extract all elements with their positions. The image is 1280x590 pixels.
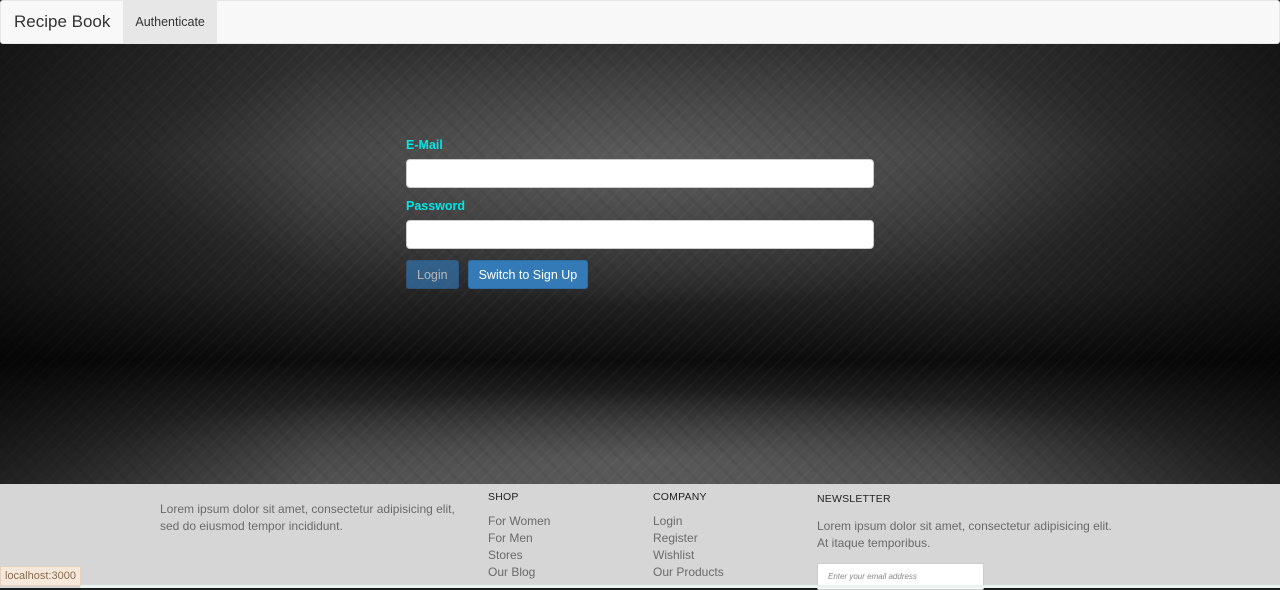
footer-link-login[interactable]: Login [653,513,724,530]
footer: Lorem ipsum dolor sit amet, consectetur … [0,484,1280,590]
footer-about-text: Lorem ipsum dolor sit amet, consectetur … [160,502,455,533]
password-label: Password [406,199,466,213]
login-button[interactable]: Login [406,260,459,289]
footer-company-heading: COMPANY [653,491,707,503]
brand-link[interactable]: Recipe Book [1,1,123,43]
status-bar-url: localhost:3000 [0,566,81,586]
hero-background: E-Mail Password Login Switch to Sign Up [0,44,1280,484]
footer-link-for-women[interactable]: For Women [488,513,550,530]
auth-form: E-Mail Password Login Switch to Sign Up [406,138,874,289]
footer-link-for-men[interactable]: For Men [488,530,550,547]
footer-shop-column: SHOP For Women For Men Stores Our Blog [488,491,550,581]
email-field[interactable] [406,159,874,188]
footer-link-register[interactable]: Register [653,530,724,547]
navbar: Recipe Book Authenticate [0,0,1280,44]
form-actions: Login Switch to Sign Up [406,260,874,289]
footer-newsletter-column: NEWSLETTER Lorem ipsum dolor sit amet, c… [817,491,1117,590]
nav-link-authenticate[interactable]: Authenticate [123,1,217,43]
footer-link-our-blog[interactable]: Our Blog [488,564,550,581]
footer-newsletter-heading: NEWSLETTER [817,493,891,505]
footer-link-stores[interactable]: Stores [488,547,550,564]
switch-to-signup-button[interactable]: Switch to Sign Up [467,260,589,289]
footer-link-our-products[interactable]: Our Products [653,564,724,581]
password-field[interactable] [406,220,874,249]
email-label: E-Mail [406,138,443,152]
footer-newsletter-text: Lorem ipsum dolor sit amet, consectetur … [817,519,1112,550]
footer-link-wishlist[interactable]: Wishlist [653,547,724,564]
footer-shop-heading: SHOP [488,491,519,503]
footer-company-column: COMPANY Login Register Wishlist Our Prod… [653,491,724,581]
